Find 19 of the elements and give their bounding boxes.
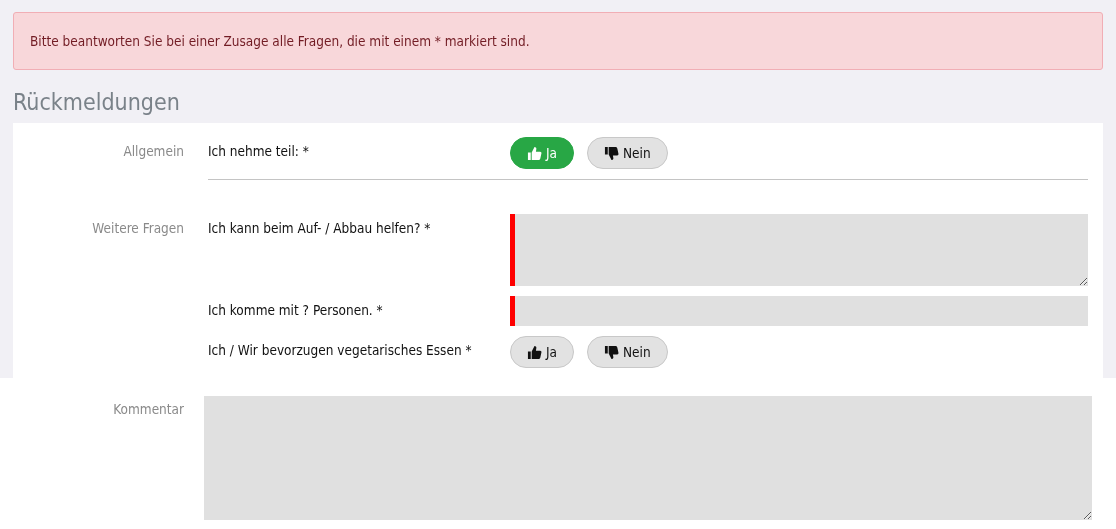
- no-button[interactable]: Nein: [587, 137, 668, 169]
- answer-textarea[interactable]: [510, 214, 1088, 286]
- answer-input[interactable]: [510, 296, 1088, 326]
- thumbs-down-icon: [604, 344, 620, 360]
- comment-textarea[interactable]: [204, 396, 1092, 520]
- alert-message: Bitte beantworten Sie bei einer Zusage alle Fragen, die mit einem * markiert sind.: [13, 12, 1103, 70]
- no-button[interactable]: Nein: [587, 336, 668, 368]
- question-label: Ich kann beim Auf- / Abbau helfen? *: [208, 219, 432, 238]
- thumbs-down-icon: [604, 145, 620, 161]
- yes-button[interactable]: Ja: [510, 336, 575, 368]
- thumbs-up-icon: [527, 145, 542, 161]
- section-label: Allgemein: [122, 142, 184, 161]
- question-label: Ich nehme teil: *: [208, 142, 310, 161]
- question-label: Ich / Wir bevorzugen vegetarisches Essen *: [208, 341, 473, 360]
- question-label: Ich komme mit ? Personen. *: [208, 301, 384, 320]
- thumbs-up-icon: [527, 344, 542, 360]
- comment-label: Kommentar: [112, 400, 184, 419]
- page-heading: Rückmeldungen: [13, 89, 181, 115]
- section-label: Weitere Fragen: [91, 219, 184, 238]
